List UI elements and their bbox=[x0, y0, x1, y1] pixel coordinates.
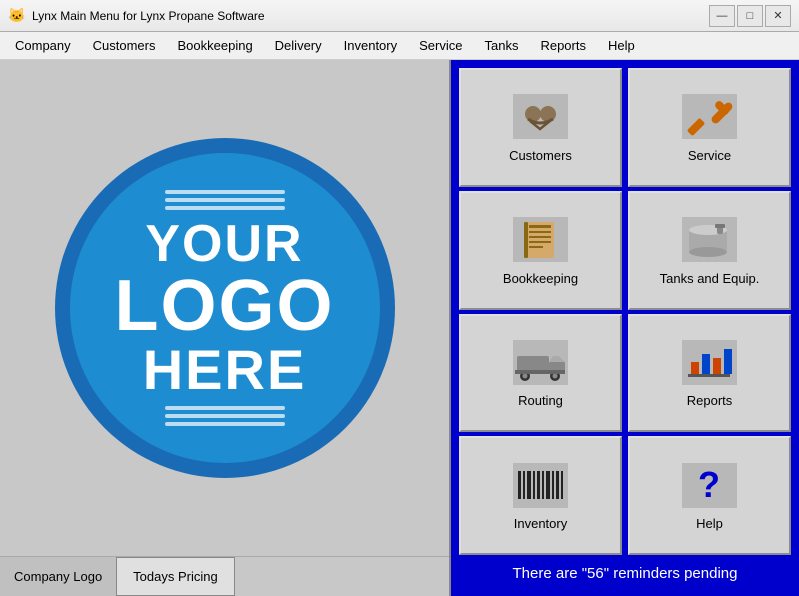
tanks-label: Tanks and Equip. bbox=[660, 271, 760, 286]
menu-inventory[interactable]: Inventory bbox=[333, 33, 408, 58]
logo-lines-bottom bbox=[165, 406, 285, 426]
grid-row-2: Bookkeeping bbox=[459, 191, 791, 310]
reports-icon bbox=[680, 337, 740, 387]
title-bar: 🐱 Lynx Main Menu for Lynx Propane Softwa… bbox=[0, 0, 799, 32]
logo-line-3 bbox=[165, 206, 285, 210]
title-bar-text: Lynx Main Menu for Lynx Propane Software bbox=[32, 9, 709, 23]
logo-text-your: YOUR bbox=[145, 218, 303, 270]
close-button[interactable]: ✕ bbox=[765, 5, 791, 27]
grid-row-1: Customers Service bbox=[459, 68, 791, 187]
reports-button[interactable]: Reports bbox=[628, 314, 791, 433]
logo-line-5 bbox=[165, 414, 285, 418]
service-label: Service bbox=[688, 148, 731, 163]
logo-line-2 bbox=[165, 198, 285, 202]
logo-text-logo: LOGO bbox=[115, 270, 335, 342]
bottom-buttons: Company Logo Todays Pricing bbox=[0, 556, 449, 596]
tanks-icon bbox=[680, 215, 740, 265]
bookkeeping-button[interactable]: Bookkeeping bbox=[459, 191, 622, 310]
bookkeeping-label: Bookkeeping bbox=[503, 271, 578, 286]
inventory-icon bbox=[511, 460, 571, 510]
routing-label: Routing bbox=[518, 393, 563, 408]
logo-line-4 bbox=[165, 406, 285, 410]
todays-pricing-button[interactable]: Todays Pricing bbox=[116, 557, 235, 596]
maximize-button[interactable]: □ bbox=[737, 5, 763, 27]
logo-circle-outer: YOUR LOGO HERE bbox=[55, 138, 395, 478]
logo-area: YOUR LOGO HERE bbox=[0, 60, 449, 556]
svg-text:?: ? bbox=[698, 464, 720, 505]
menu-customers[interactable]: Customers bbox=[82, 33, 167, 58]
menu-bar: Company Customers Bookkeeping Delivery I… bbox=[0, 32, 799, 60]
service-button[interactable]: Service bbox=[628, 68, 791, 187]
customers-icon bbox=[511, 92, 571, 142]
title-bar-buttons: — □ ✕ bbox=[709, 5, 791, 27]
main-content: YOUR LOGO HERE Company Logo Todays Prici… bbox=[0, 60, 799, 596]
menu-delivery[interactable]: Delivery bbox=[264, 33, 333, 58]
grid-row-4: Inventory ? Help bbox=[459, 436, 791, 555]
inventory-button[interactable]: Inventory bbox=[459, 436, 622, 555]
logo-line-1 bbox=[165, 190, 285, 194]
help-label: Help bbox=[696, 516, 723, 531]
menu-help[interactable]: Help bbox=[597, 33, 646, 58]
right-panel: Customers Service bbox=[451, 60, 799, 596]
menu-reports[interactable]: Reports bbox=[529, 33, 597, 58]
menu-service[interactable]: Service bbox=[408, 33, 473, 58]
reports-label: Reports bbox=[687, 393, 733, 408]
routing-button[interactable]: Routing bbox=[459, 314, 622, 433]
customers-button[interactable]: Customers bbox=[459, 68, 622, 187]
minimize-button[interactable]: — bbox=[709, 5, 735, 27]
bookkeeping-icon bbox=[511, 215, 571, 265]
reminders-text: There are "56" reminders pending bbox=[459, 559, 791, 588]
logo-lines-top bbox=[165, 190, 285, 210]
help-button[interactable]: ? Help bbox=[628, 436, 791, 555]
menu-tanks[interactable]: Tanks bbox=[473, 33, 529, 58]
app-icon: 🐱 bbox=[8, 7, 26, 25]
grid-row-3: Routing Rep bbox=[459, 314, 791, 433]
tanks-button[interactable]: Tanks and Equip. bbox=[628, 191, 791, 310]
logo-line-6 bbox=[165, 422, 285, 426]
customers-label: Customers bbox=[509, 148, 572, 163]
left-panel: YOUR LOGO HERE Company Logo Todays Prici… bbox=[0, 60, 451, 596]
service-icon bbox=[680, 92, 740, 142]
logo-text-here: HERE bbox=[143, 342, 307, 398]
menu-bookkeeping[interactable]: Bookkeeping bbox=[167, 33, 264, 58]
routing-icon bbox=[511, 337, 571, 387]
logo-circle-inner: YOUR LOGO HERE bbox=[70, 153, 380, 463]
inventory-label: Inventory bbox=[514, 516, 567, 531]
company-logo-button[interactable]: Company Logo bbox=[0, 557, 116, 596]
menu-company[interactable]: Company bbox=[4, 33, 82, 58]
help-icon: ? bbox=[680, 460, 740, 510]
